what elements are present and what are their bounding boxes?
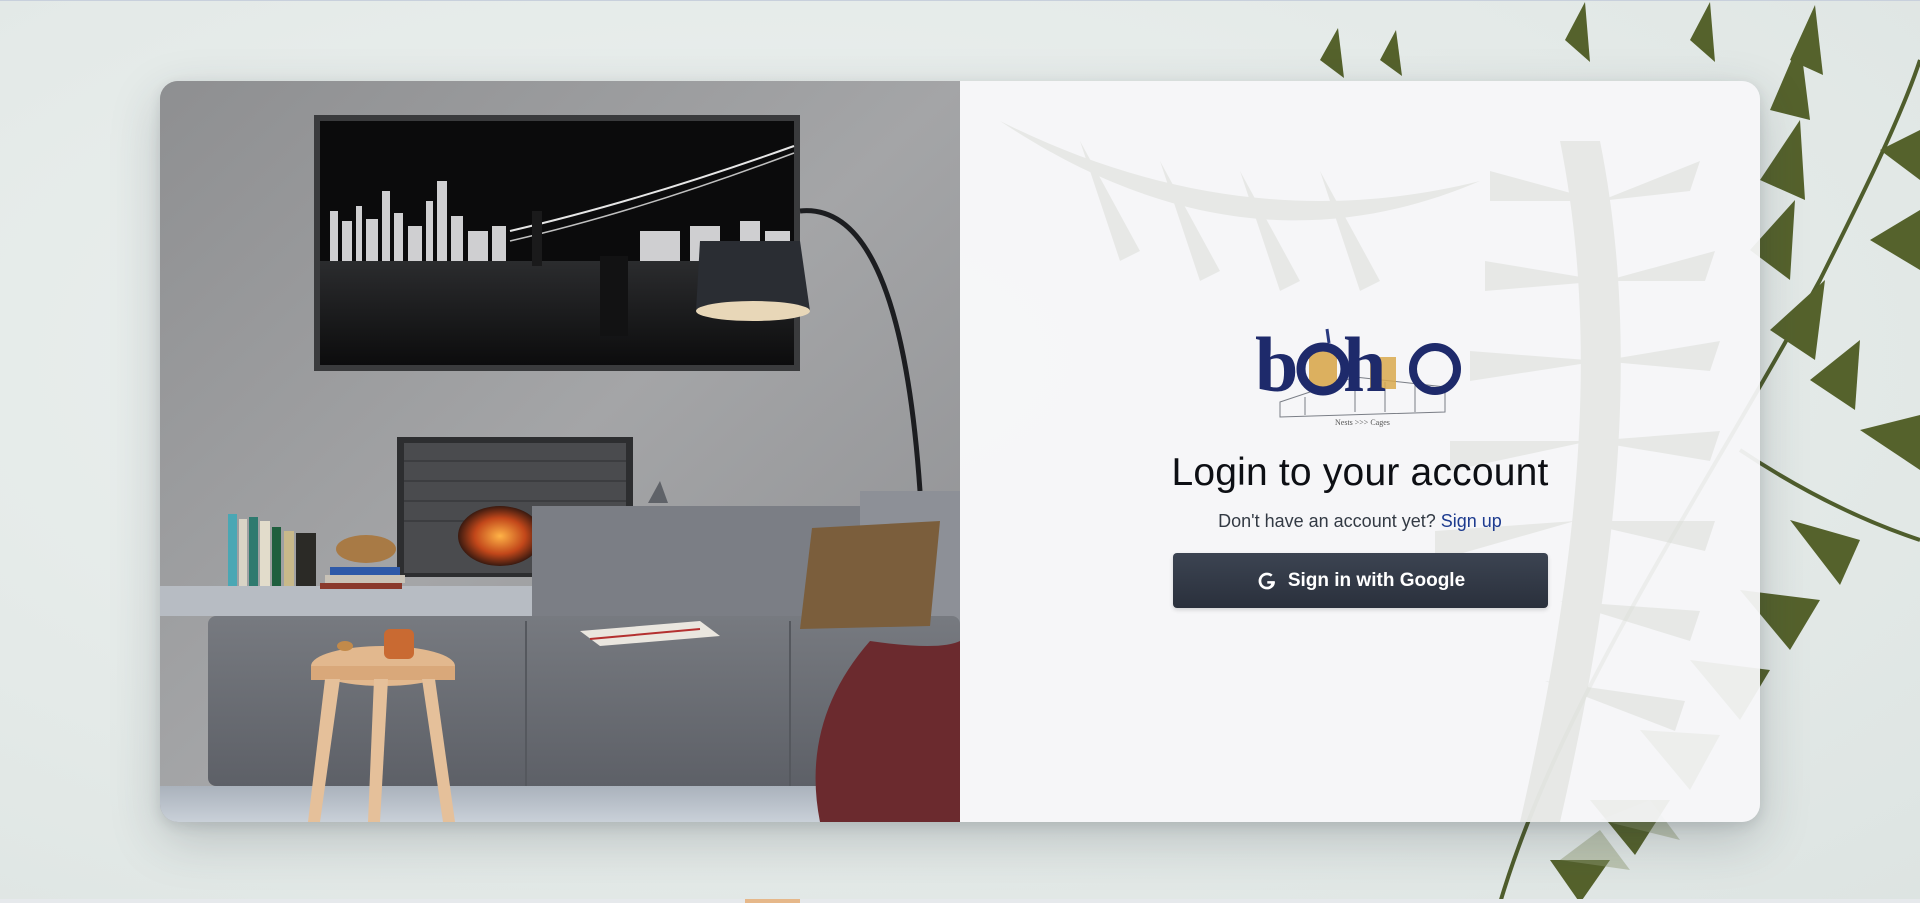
sign-in-with-google-button[interactable]: Sign in with Google bbox=[1173, 553, 1548, 608]
google-button-label: Sign in with Google bbox=[1287, 569, 1466, 591]
boho-logo: b h Nests >>> Cages bbox=[1255, 321, 1461, 427]
signup-prompt-row: Don't have an account yet? Sign up bbox=[960, 511, 1760, 532]
bottom-strip bbox=[0, 899, 1920, 903]
signup-link[interactable]: Sign up bbox=[1441, 511, 1502, 531]
svg-text:h: h bbox=[1343, 321, 1386, 408]
bottom-accent-bar bbox=[745, 899, 800, 903]
svg-text:b: b bbox=[1255, 321, 1298, 408]
signup-prompt-text: Don't have an account yet? bbox=[1218, 511, 1436, 531]
living-room-photo bbox=[160, 81, 960, 822]
google-g-icon bbox=[1258, 572, 1275, 589]
login-title: Login to your account bbox=[1171, 451, 1549, 494]
svg-text:Nests >>> Cages: Nests >>> Cages bbox=[1335, 418, 1390, 427]
login-panel: b h Nests >>> Cages Login to your accoun… bbox=[960, 81, 1760, 822]
login-card: b h Nests >>> Cages Login to your accoun… bbox=[160, 81, 1760, 822]
